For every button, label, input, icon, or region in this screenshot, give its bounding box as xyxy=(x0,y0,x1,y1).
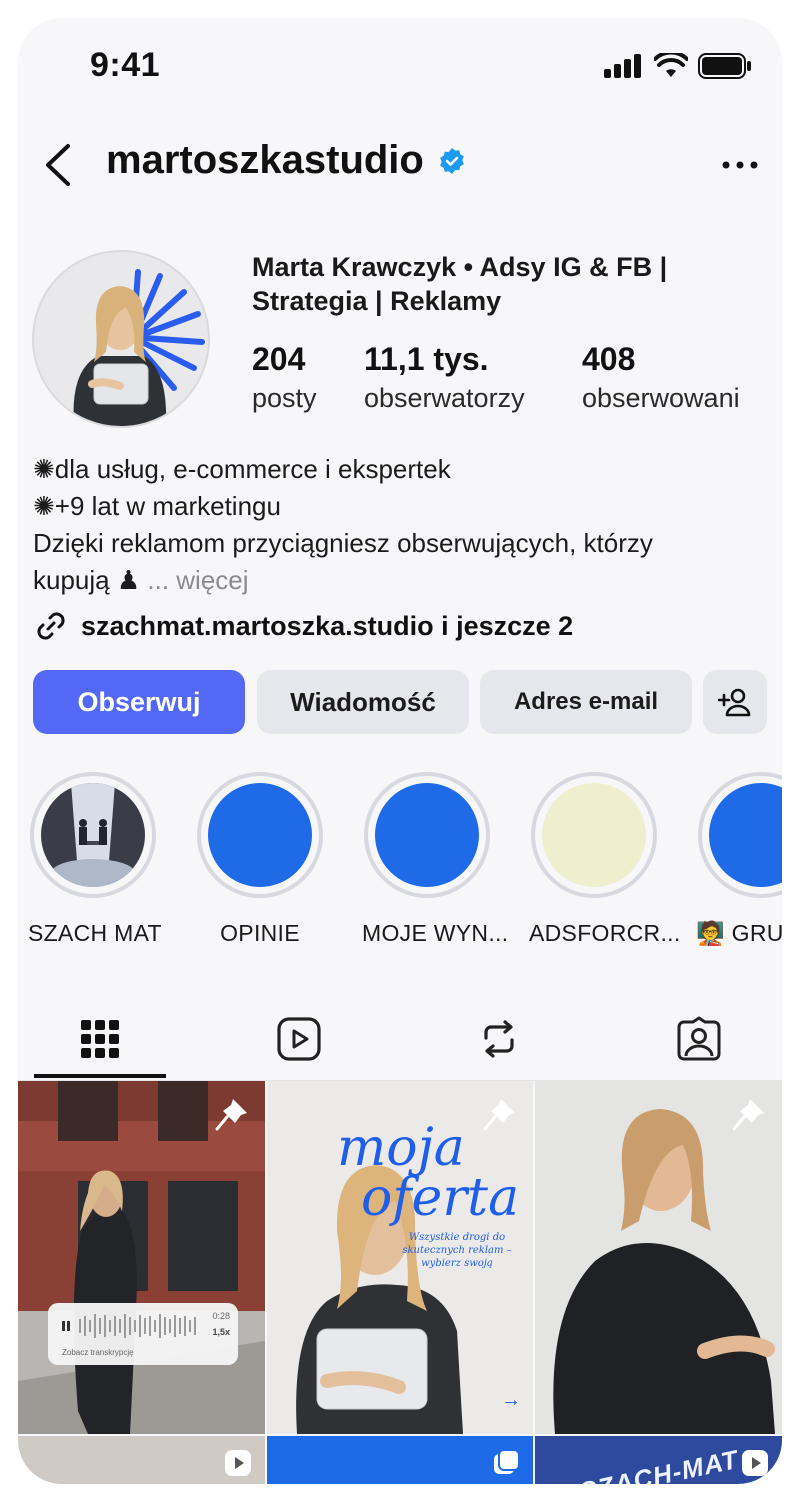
grid-post[interactable]: moja oferta Wszystkie drogi do skuteczny… xyxy=(267,1081,533,1434)
highlight-ring xyxy=(531,772,657,898)
wifi-icon xyxy=(654,53,688,77)
tagged-icon xyxy=(677,1016,721,1061)
post-arrow: → xyxy=(501,1389,521,1411)
avatar-image xyxy=(34,252,208,426)
highlight-cover xyxy=(709,783,782,887)
carousel-badge-icon xyxy=(494,1449,520,1474)
post-headline-line: oferta xyxy=(361,1168,520,1228)
profile-link[interactable]: szachmat.martoszka.studio i jeszcze 2 xyxy=(33,608,573,644)
profile-bio: ✺dla usług, e-commerce i ekspertek ✺+9 l… xyxy=(33,451,773,599)
highlight-label: OPINIE xyxy=(220,920,300,946)
grid-post[interactable] xyxy=(267,1436,533,1484)
profile-username-header: martoszkastudio xyxy=(106,138,466,183)
reel-badge-icon xyxy=(742,1450,768,1476)
reel-badge-icon xyxy=(225,1450,251,1476)
more-options-icon[interactable] xyxy=(720,150,760,180)
add-person-icon xyxy=(718,688,751,717)
post-image xyxy=(535,1081,782,1434)
battery-icon xyxy=(698,53,751,79)
highlight-cover xyxy=(375,783,479,887)
highlight-szach-mat[interactable]: SZACH MAT xyxy=(28,772,162,947)
highlight-ring xyxy=(364,772,490,898)
highlight-adsforcreators[interactable]: ADSFORCR... xyxy=(529,772,681,947)
audio-transcript-link: Zobacz transkrypcję xyxy=(62,1348,134,1357)
tab-reposts[interactable] xyxy=(424,1000,574,1078)
highlight-opinie[interactable]: OPINIE xyxy=(195,772,325,947)
highlight-label: 🧑‍🏫 GRU xyxy=(696,920,782,946)
status-icons xyxy=(604,52,752,80)
followers-count: 11,1 tys. xyxy=(364,341,489,377)
highlight-ring xyxy=(698,772,782,898)
following-label: obserwowani xyxy=(582,383,740,413)
posts-label: posty xyxy=(252,383,317,413)
pin-icon xyxy=(483,1099,515,1131)
bio-line: ✺+9 lat w marketingu xyxy=(33,491,281,521)
stat-following[interactable]: 408 obserwowani xyxy=(582,340,740,416)
back-arrow-icon[interactable] xyxy=(40,140,76,190)
suggest-people-button[interactable] xyxy=(703,670,767,734)
audio-waveform xyxy=(79,1314,196,1338)
bio-line: kupują ♟ ... więcej xyxy=(33,562,773,599)
tab-grid[interactable] xyxy=(25,1000,175,1078)
post-image xyxy=(18,1081,265,1434)
profile-tabs xyxy=(18,1000,782,1081)
pin-icon xyxy=(215,1099,247,1131)
audio-speed: 1,5x xyxy=(212,1327,230,1337)
highlight-cover xyxy=(41,783,145,887)
post-subheadline: Wszystkie drogi do skutecznych reklam – … xyxy=(402,1232,512,1269)
link-icon xyxy=(37,612,65,640)
signal-icon xyxy=(604,54,641,78)
status-time: 9:41 xyxy=(90,46,161,84)
reels-icon xyxy=(277,1017,321,1061)
message-button[interactable]: Wiadomość xyxy=(257,670,469,734)
bio-line: ✺dla usług, e-commerce i ekspertek xyxy=(33,454,451,484)
bio-line: Dzięki reklamom przyciągniesz obserwując… xyxy=(33,528,653,558)
follow-button[interactable]: Obserwuj xyxy=(33,670,245,734)
profile-avatar[interactable] xyxy=(32,250,210,428)
grid-post[interactable]: 0:28 1,5x Zobacz transkrypcję xyxy=(18,1081,265,1434)
highlight-cover xyxy=(208,783,312,887)
pause-icon xyxy=(62,1321,70,1331)
audio-duration: 0:28 xyxy=(212,1311,230,1321)
audio-message-card: 0:28 1,5x Zobacz transkrypcję xyxy=(48,1303,238,1365)
highlight-label: ADSFORCR... xyxy=(529,920,681,946)
followers-label: obserwatorzy xyxy=(364,383,525,413)
link-text: szachmat.martoszka.studio i jeszcze 2 xyxy=(81,610,574,641)
tab-reels[interactable] xyxy=(224,1000,374,1078)
bio-line-text: kupują ♟ xyxy=(33,565,141,595)
highlight-label: SZACH MAT xyxy=(28,920,162,946)
grid-icon xyxy=(81,1020,119,1058)
following-count: 408 xyxy=(582,341,636,377)
highlight-cover-image xyxy=(41,783,145,887)
highlight-label: MOJE WYN... xyxy=(362,920,509,946)
highlight-moje-wyniki[interactable]: MOJE WYN... xyxy=(362,772,509,947)
active-tab-indicator xyxy=(34,1074,166,1078)
highlight-ring xyxy=(197,772,323,898)
grid-post[interactable]: SZACH-MAT PRZEGÓ xyxy=(535,1436,782,1484)
tab-tagged[interactable] xyxy=(624,1000,774,1078)
stat-followers[interactable]: 11,1 tys. obserwatorzy xyxy=(364,340,525,416)
reposts-icon xyxy=(484,1020,514,1058)
grid-post[interactable] xyxy=(18,1436,265,1484)
stat-posts[interactable]: 204 posty xyxy=(252,340,317,416)
username-text: martoszkastudio xyxy=(106,138,424,182)
profile-full-name: Marta Krawczyk • Adsy IG & FB | Strategi… xyxy=(252,252,668,316)
pin-icon xyxy=(732,1099,764,1131)
post-headline: moja oferta xyxy=(337,1122,520,1228)
highlight-grupa[interactable]: 🧑‍🏫 GRU xyxy=(696,772,782,947)
bio-more-link[interactable]: ... więcej xyxy=(147,565,248,595)
posts-count: 204 xyxy=(252,341,306,377)
grid-post[interactable] xyxy=(535,1081,782,1434)
verified-badge-icon xyxy=(440,147,464,174)
email-button[interactable]: Adres e-mail xyxy=(480,670,692,734)
highlight-ring xyxy=(30,772,156,898)
highlight-cover xyxy=(542,783,646,887)
phone-screen: 9:41 martoszkastudio Marta Krawczyk • Ad… xyxy=(18,18,782,1484)
